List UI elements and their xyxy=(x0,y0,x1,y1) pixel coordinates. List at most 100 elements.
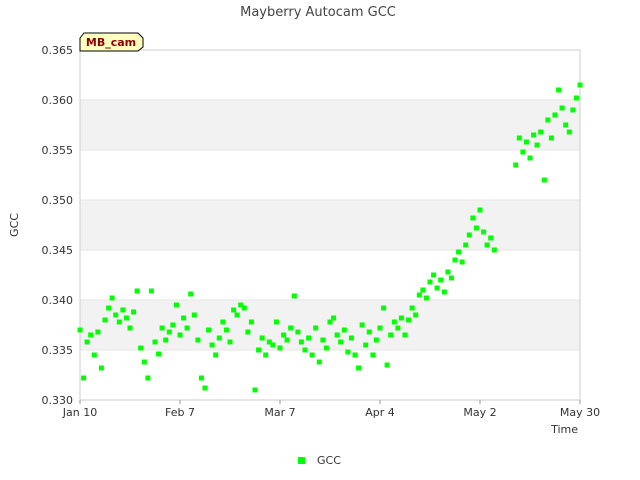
data-point xyxy=(198,375,204,381)
data-point xyxy=(359,322,365,328)
x-tick-label: Apr 4 xyxy=(365,406,395,419)
data-point xyxy=(213,352,219,358)
data-point xyxy=(306,335,312,341)
data-point xyxy=(273,319,279,325)
data-point xyxy=(209,342,215,348)
data-point xyxy=(563,122,569,128)
data-point xyxy=(552,112,558,118)
data-point xyxy=(181,315,187,321)
data-point xyxy=(406,317,412,323)
data-point xyxy=(127,325,133,331)
data-point xyxy=(377,325,383,331)
data-point xyxy=(523,139,529,145)
data-point xyxy=(388,332,394,338)
data-point xyxy=(559,105,565,111)
data-point xyxy=(163,337,169,343)
data-point xyxy=(423,295,429,301)
data-point xyxy=(516,135,522,141)
data-point xyxy=(248,319,254,325)
data-point xyxy=(81,375,87,381)
data-point xyxy=(366,329,372,335)
data-point xyxy=(484,242,490,248)
data-point xyxy=(470,215,476,221)
data-point xyxy=(177,332,183,338)
data-point xyxy=(170,322,176,328)
data-point xyxy=(88,332,94,338)
data-point xyxy=(113,312,119,318)
data-point xyxy=(252,387,258,393)
legend-label: GCC xyxy=(317,454,341,467)
data-point xyxy=(156,351,162,357)
y-axis-ticks: 0.3300.3350.3400.3450.3500.3550.3600.365 xyxy=(42,44,74,407)
data-point xyxy=(141,359,147,365)
data-point xyxy=(313,325,319,331)
data-point xyxy=(481,229,487,235)
data-point xyxy=(491,247,497,253)
data-point xyxy=(159,325,165,331)
data-point xyxy=(109,295,115,301)
site-badge: MB_cam xyxy=(79,32,144,52)
data-point xyxy=(427,279,433,285)
data-point xyxy=(573,95,579,101)
legend-swatch xyxy=(298,457,305,464)
data-point xyxy=(277,345,283,351)
y-tick-label: 0.365 xyxy=(42,44,74,57)
data-point xyxy=(527,155,533,161)
legend: GCC xyxy=(298,454,341,467)
data-point xyxy=(577,82,583,88)
data-point xyxy=(398,315,404,321)
data-point xyxy=(241,305,247,311)
data-point xyxy=(320,337,326,343)
data-point xyxy=(134,288,140,294)
data-point xyxy=(348,335,354,341)
data-point xyxy=(309,352,315,358)
data-point xyxy=(131,309,137,315)
data-point xyxy=(227,339,233,345)
data-point xyxy=(463,242,469,248)
data-point xyxy=(84,339,90,345)
x-tick-label: Mar 7 xyxy=(264,406,295,419)
data-point xyxy=(520,149,526,155)
y-tick-label: 0.360 xyxy=(42,94,74,107)
data-point xyxy=(513,162,519,168)
data-point xyxy=(173,302,179,308)
data-point xyxy=(166,329,172,335)
data-point xyxy=(566,129,572,135)
data-point xyxy=(281,332,287,338)
x-tick-label: Feb 7 xyxy=(165,406,195,419)
data-point xyxy=(202,385,208,391)
x-axis-label: Time xyxy=(550,423,578,436)
data-point xyxy=(195,337,201,343)
gcc-scatter-chart: Mayberry Autocam GCC 0.3300.3350.3400.34… xyxy=(8,5,600,467)
data-point xyxy=(223,327,229,333)
data-point xyxy=(438,277,444,283)
data-point xyxy=(263,352,269,358)
data-point xyxy=(395,325,401,331)
data-point xyxy=(416,292,422,298)
data-point xyxy=(338,339,344,345)
y-tick-label: 0.340 xyxy=(42,294,74,307)
data-point xyxy=(334,332,340,338)
data-point xyxy=(231,307,237,313)
data-point xyxy=(541,177,547,183)
data-point xyxy=(466,232,472,238)
data-point xyxy=(456,249,462,255)
grid-bands xyxy=(80,100,580,350)
data-point xyxy=(123,315,129,321)
chart-title: Mayberry Autocam GCC xyxy=(240,5,396,20)
data-point xyxy=(459,259,465,265)
y-tick-label: 0.335 xyxy=(42,344,74,357)
data-point xyxy=(384,362,390,368)
data-point xyxy=(284,337,290,343)
data-point xyxy=(234,312,240,318)
data-point xyxy=(298,339,304,345)
data-point xyxy=(270,342,276,348)
data-point xyxy=(191,312,197,318)
grid-band xyxy=(80,100,580,150)
site-badge-label: MB_cam xyxy=(86,36,136,49)
data-point xyxy=(206,327,212,333)
x-axis-ticks: Jan 10 Feb 7 Mar 7 Apr 4 May 2 May 30 xyxy=(62,400,600,419)
data-point xyxy=(548,135,554,141)
data-point xyxy=(331,315,337,321)
data-point xyxy=(145,375,151,381)
